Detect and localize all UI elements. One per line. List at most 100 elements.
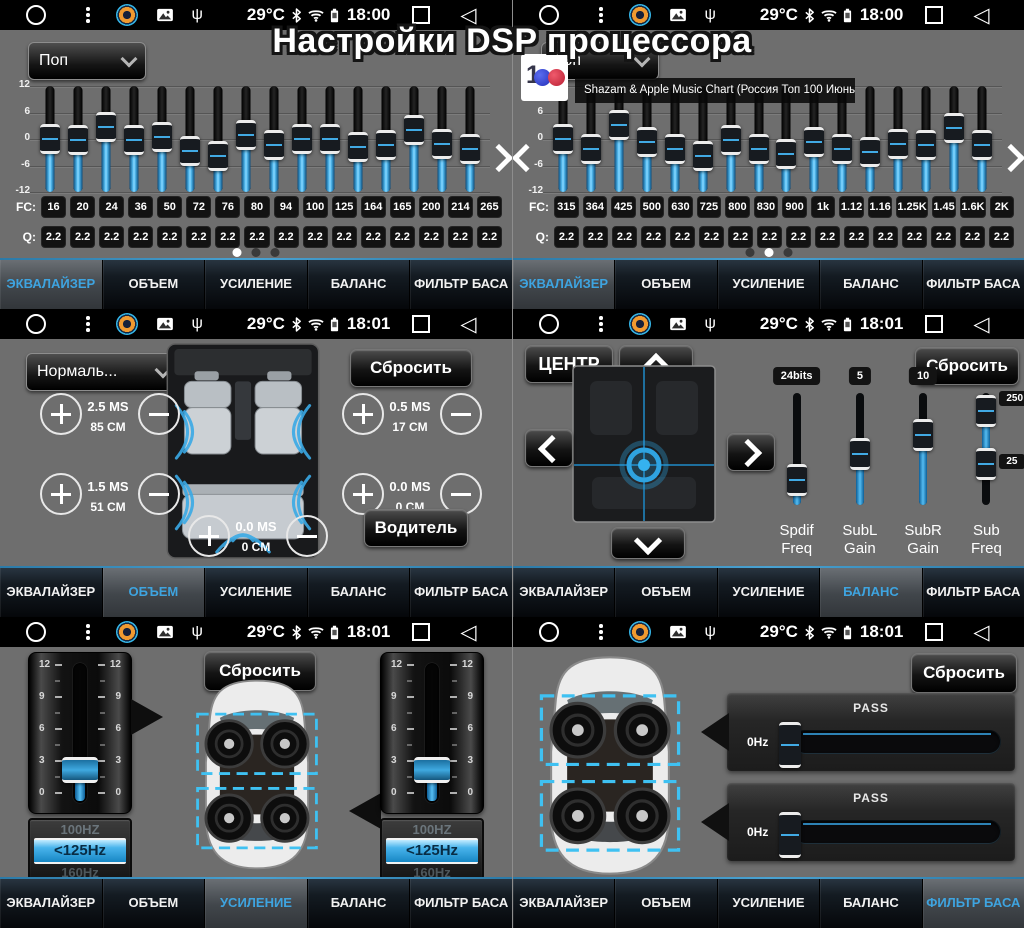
fc-value-badge[interactable]: 830 xyxy=(754,196,779,218)
eq-band-slider[interactable] xyxy=(912,86,940,192)
q-value-badge[interactable]: 2.2 xyxy=(244,226,269,248)
tab-equalizer[interactable]: ЭКВАЛАЙЗЕР xyxy=(0,258,103,309)
q-value-badge[interactable]: 2.2 xyxy=(699,226,724,248)
fc-value-badge[interactable]: 2K xyxy=(990,196,1015,218)
eq-slider-thumb[interactable] xyxy=(292,124,312,154)
q-value-badge[interactable]: 2.2 xyxy=(757,226,782,248)
q-value-badge[interactable]: 2.2 xyxy=(361,226,386,248)
delay-front-left-plus-button[interactable] xyxy=(40,393,82,435)
tab-bass-filter[interactable]: ФИЛЬТР БАСА xyxy=(923,258,1024,309)
fc-value-badge[interactable]: 100 xyxy=(303,196,328,218)
eq-preset-dropdown[interactable]: Поп xyxy=(28,42,146,80)
eq-slider-thumb[interactable] xyxy=(637,127,657,157)
nav-recents-button[interactable] xyxy=(925,6,943,24)
fc-value-badge[interactable]: 315 xyxy=(554,196,579,218)
q-value-badge[interactable]: 2.2 xyxy=(960,226,985,248)
delay-front-right-plus-button[interactable] xyxy=(342,393,384,435)
eq-slider-thumb[interactable] xyxy=(208,141,228,171)
tab-equalizer[interactable]: ЭКВАЛАЙЗЕР xyxy=(0,877,103,928)
fc-value-badge[interactable]: 1.12 xyxy=(839,196,864,218)
picker-option-below[interactable]: 160Hz xyxy=(382,865,482,877)
balance-left-button[interactable] xyxy=(525,429,573,467)
eq-band-slider[interactable] xyxy=(120,86,148,192)
pass-filter-slider[interactable] xyxy=(793,820,1001,844)
fc-value-badge[interactable]: 1.45 xyxy=(932,196,957,218)
pass-filter-slider[interactable] xyxy=(793,730,1001,754)
eq-slider-thumb[interactable] xyxy=(888,129,908,159)
eq-slider-thumb[interactable] xyxy=(376,130,396,160)
tab-balance[interactable]: БАЛАНС xyxy=(308,877,411,928)
eq-band-slider[interactable] xyxy=(884,86,912,192)
eq-band-slider[interactable] xyxy=(232,86,260,192)
eq-band-slider[interactable] xyxy=(968,86,996,192)
eq-band-slider[interactable] xyxy=(260,86,288,192)
delay-center-plus-button[interactable] xyxy=(188,515,230,557)
fc-value-badge[interactable]: 16 xyxy=(41,196,66,218)
fc-value-badge[interactable]: 164 xyxy=(361,196,386,218)
eq-band-slider[interactable] xyxy=(64,86,92,192)
fc-value-badge[interactable]: 1.6K xyxy=(960,196,985,218)
nav-back-button[interactable]: ◁ xyxy=(973,5,989,26)
picker-option-below[interactable]: 160Hz xyxy=(30,865,130,877)
q-value-badge[interactable]: 2.2 xyxy=(989,226,1014,248)
q-value-badge[interactable]: 2.2 xyxy=(902,226,927,248)
app-logo-icon[interactable] xyxy=(629,621,651,643)
q-value-badge[interactable]: 2.2 xyxy=(786,226,811,248)
tab-equalizer[interactable]: ЭКВАЛАЙЗЕР xyxy=(513,877,615,928)
fc-value-badge[interactable]: 24 xyxy=(99,196,124,218)
fc-value-badge[interactable]: 72 xyxy=(186,196,211,218)
nav-back-button[interactable]: ◁ xyxy=(973,314,989,335)
eq-slider-thumb[interactable] xyxy=(665,134,685,164)
tab-volume[interactable]: ОБЪЕМ xyxy=(103,566,206,617)
balance-down-button[interactable] xyxy=(611,527,685,559)
fc-value-badge[interactable]: 165 xyxy=(390,196,415,218)
eq-slider-thumb[interactable] xyxy=(460,134,480,164)
fc-value-badge[interactable]: 265 xyxy=(477,196,502,218)
tab-equalizer[interactable]: ЭКВАЛАЙЗЕР xyxy=(513,258,615,309)
fader-thumb[interactable] xyxy=(414,757,450,783)
q-value-badge[interactable]: 2.2 xyxy=(303,226,328,248)
fc-value-badge[interactable]: 36 xyxy=(128,196,153,218)
fc-value-badge[interactable]: 80 xyxy=(244,196,269,218)
tab-equalizer[interactable]: ЭКВАЛАЙЗЕР xyxy=(0,566,103,617)
eq-next-page-button[interactable] xyxy=(1001,148,1021,168)
eq-slider-thumb[interactable] xyxy=(804,127,824,157)
delay-preset-dropdown[interactable]: Нормаль... xyxy=(26,353,180,391)
nav-back-button[interactable]: ◁ xyxy=(973,622,989,643)
pass-slider-thumb[interactable] xyxy=(779,812,801,858)
driver-position-button[interactable]: Водитель xyxy=(364,509,468,547)
balance-position-pad[interactable] xyxy=(571,365,717,528)
eq-slider-thumb[interactable] xyxy=(581,134,601,164)
slider-thumb[interactable] xyxy=(850,438,870,470)
fc-value-badge[interactable]: 76 xyxy=(215,196,240,218)
fc-value-badge[interactable]: 1.25K xyxy=(896,196,927,218)
tab-gain[interactable]: УСИЛЕНИЕ xyxy=(718,877,820,928)
eq-slider-thumb[interactable] xyxy=(944,113,964,143)
tab-gain[interactable]: УСИЛЕНИЕ xyxy=(205,566,308,617)
nav-home-button[interactable] xyxy=(26,622,46,642)
q-value-badge[interactable]: 2.2 xyxy=(70,226,95,248)
pass-slider-thumb[interactable] xyxy=(779,722,801,768)
eq-band-slider[interactable] xyxy=(372,86,400,192)
q-value-badge[interactable]: 2.2 xyxy=(41,226,66,248)
menu-overflow-icon[interactable] xyxy=(86,7,90,23)
tab-balance[interactable]: БАЛАНС xyxy=(820,258,922,309)
eq-slider-thumb[interactable] xyxy=(236,120,256,150)
eq-slider-thumb[interactable] xyxy=(264,130,284,160)
tab-bass-filter[interactable]: ФИЛЬТР БАСА xyxy=(410,566,512,617)
q-value-badge[interactable]: 2.2 xyxy=(215,226,240,248)
nav-recents-button[interactable] xyxy=(925,315,943,333)
slider-thumb-min[interactable] xyxy=(976,448,996,480)
q-value-badge[interactable]: 2.2 xyxy=(419,226,444,248)
fc-value-badge[interactable]: 900 xyxy=(782,196,807,218)
gain-fader[interactable]: 12 12 9 9 6 6 3 3 0 0 xyxy=(380,652,484,814)
fc-value-badge[interactable]: 630 xyxy=(668,196,693,218)
tab-gain[interactable]: УСИЛЕНИЕ xyxy=(205,877,308,928)
tab-gain[interactable]: УСИЛЕНИЕ xyxy=(718,566,820,617)
tab-balance[interactable]: БАЛАНС xyxy=(820,877,922,928)
car-speakers-image[interactable] xyxy=(192,677,322,877)
eq-slider-thumb[interactable] xyxy=(749,134,769,164)
nav-home-button[interactable] xyxy=(539,622,559,642)
car-speakers-image[interactable] xyxy=(535,653,685,877)
eq-band-slider[interactable] xyxy=(148,86,176,192)
